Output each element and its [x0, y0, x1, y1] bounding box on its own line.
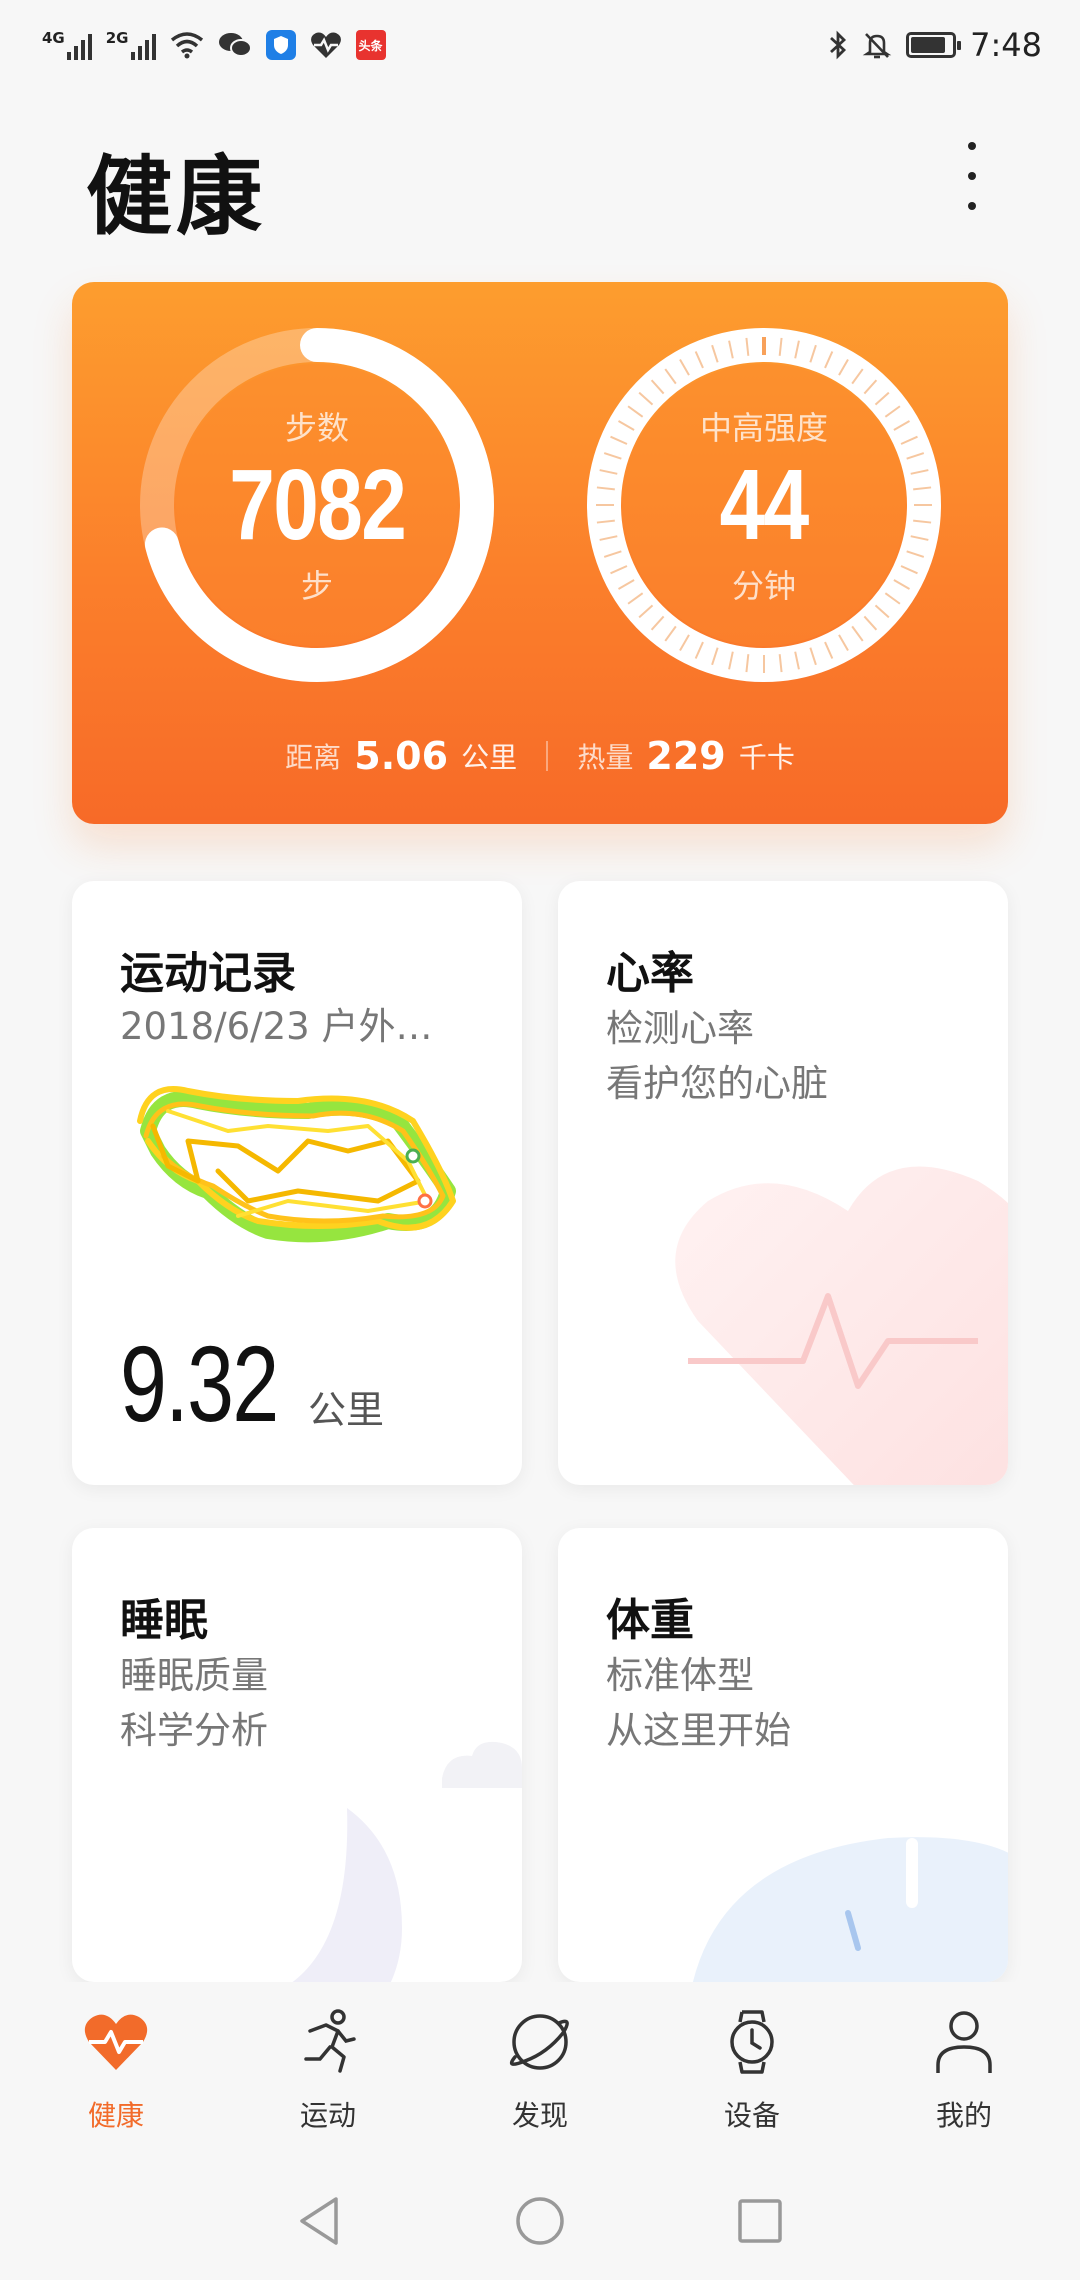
network-type-2g: 2G [105, 28, 129, 47]
calories-label: 热量 [577, 741, 634, 774]
status-bar-left: 4G 2G 头条 [42, 30, 386, 60]
steps-label: 步数 [284, 409, 349, 447]
intensity-value: 44 [720, 449, 810, 561]
page-title: 健康 [86, 147, 266, 247]
recents-icon[interactable] [736, 2197, 784, 2245]
calories-value: 229 [646, 734, 726, 778]
tab-me[interactable]: 我的 [874, 2006, 1054, 2162]
hero-stats: 距离 5.06 公里 热量 229 千卡 [72, 734, 1008, 778]
heart-rate-card[interactable]: 心率 检测心率 看护您的心脏 [558, 881, 1008, 1485]
network-type-4g: 4G [42, 28, 65, 47]
exercise-record-card[interactable]: 运动记录 2018/6/23 户外… 9.32 公里 [72, 881, 522, 1485]
wifi-icon [170, 32, 203, 59]
menu-dot-icon [968, 202, 976, 210]
tab-health[interactable]: 健康 [26, 2006, 206, 2162]
heart-pulse-icon [84, 2014, 148, 2070]
tab-devices[interactable]: 设备 [662, 2006, 842, 2162]
steps-value: 7082 [229, 449, 407, 561]
tab-exercise-label: 运动 [299, 2099, 356, 2132]
wechat-icon [218, 33, 252, 57]
steps-unit: 步 [300, 567, 333, 605]
moon-illustration-icon [292, 1741, 522, 1982]
exercise-distance: 9.32 公里 [120, 1321, 384, 1446]
home-icon[interactable] [514, 2195, 566, 2247]
back-icon[interactable] [296, 2195, 344, 2247]
intensity-unit: 分钟 [731, 567, 796, 605]
status-bar: 4G 2G 头条 7:48 [0, 0, 1080, 90]
bell-muted-icon [862, 33, 892, 59]
exercise-card-title: 运动记录 [120, 948, 296, 999]
menu-dot-icon [968, 172, 976, 180]
tab-discover[interactable]: 发现 [450, 2006, 630, 2162]
shield-app-icon [265, 30, 296, 60]
route-map-image [137, 1086, 456, 1243]
distance-label: 距离 [285, 741, 342, 774]
tab-exercise[interactable]: 运动 [238, 2006, 418, 2162]
stats-divider [546, 741, 549, 771]
exercise-card-date: 2018/6/23 户外… [120, 1005, 433, 1048]
status-bar-right: 7:48 [828, 26, 1042, 64]
person-icon [936, 2011, 992, 2073]
distance-value: 5.06 [354, 734, 449, 778]
tab-health-label: 健康 [87, 2099, 144, 2132]
bluetooth-icon [830, 30, 847, 60]
battery-icon [906, 32, 962, 58]
distance-unit: 公里 [461, 741, 518, 774]
tab-devices-label: 设备 [723, 2099, 780, 2132]
intensity-label: 中高强度 [699, 409, 828, 447]
more-menu-button[interactable] [950, 138, 994, 214]
toutiao-app-icon: 头条 [355, 30, 386, 60]
tab-me-label: 我的 [935, 2099, 992, 2132]
signal-4g-icon: 4G [42, 28, 92, 60]
activity-summary-card[interactable]: 步数 7082 步 中高强度 44 分钟 距离 5.06 公里 热量 229 千… [72, 282, 1008, 824]
calories-unit: 千卡 [738, 741, 795, 774]
signal-2g-icon: 2G [105, 28, 156, 60]
health-app-icon [310, 32, 341, 58]
scale-illustration-icon [693, 1837, 1008, 1982]
running-icon [304, 2009, 356, 2073]
sleep-card[interactable]: 睡眠 睡眠质量 科学分析 [72, 1528, 522, 1982]
watch-icon [730, 2010, 774, 2074]
steps-ring[interactable]: 步数 7082 步 [132, 320, 502, 690]
intensity-ring[interactable]: 中高强度 44 分钟 [579, 320, 949, 690]
heart-illustration-icon [675, 1166, 1008, 1485]
weight-card[interactable]: 体重 标准体型 从这里开始 [558, 1528, 1008, 1982]
planet-icon [509, 2014, 569, 2070]
clock: 7:48 [970, 26, 1042, 64]
toutiao-label: 头条 [358, 38, 383, 53]
system-nav-bar [0, 2162, 1080, 2280]
menu-dot-icon [968, 142, 976, 150]
exercise-distance-value: 9.32 [120, 1323, 279, 1444]
tab-discover-label: 发现 [511, 2099, 568, 2132]
exercise-distance-unit: 公里 [308, 1388, 385, 1432]
bottom-tab-bar: 健康 运动 发现 设备 我的 [0, 1982, 1080, 2162]
